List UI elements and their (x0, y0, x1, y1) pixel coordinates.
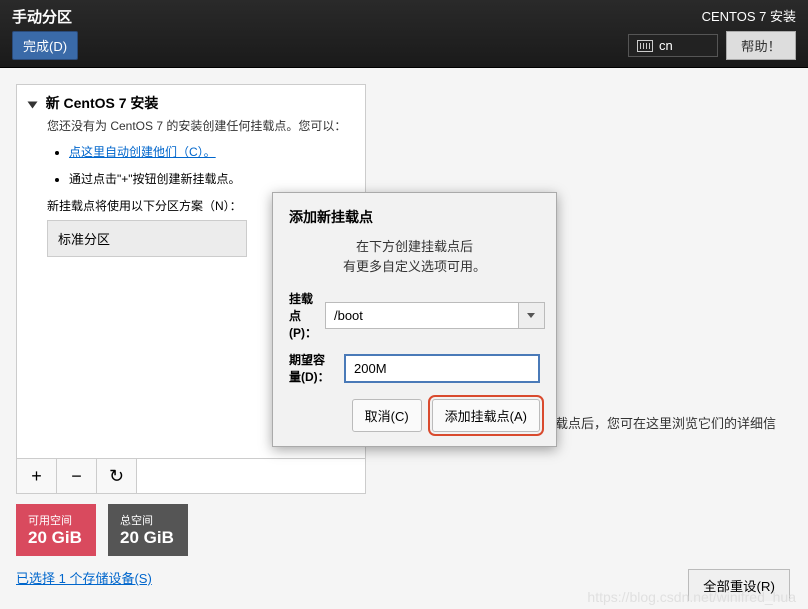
mountpoint-input[interactable] (325, 302, 519, 329)
panel-footer: + − ↻ (17, 458, 365, 493)
mountpoint-dropdown-button[interactable] (519, 302, 545, 329)
available-space-value: 20 GiB (28, 528, 84, 548)
panel-description: 您还没有为 CentOS 7 的安装创建任何挂载点。您可以： (47, 117, 353, 135)
plus-hint: 通过点击"+"按钮创建新挂载点。 (69, 170, 353, 187)
panel-title: 新 CentOS 7 安装 (46, 95, 159, 111)
disclosure-icon[interactable] (28, 101, 38, 108)
storage-devices-link[interactable]: 已选择 1 个存储设备(S) (16, 568, 152, 587)
capacity-label: 期望容量(D)： (289, 351, 336, 385)
dialog-title: 添加新挂载点 (289, 207, 540, 227)
done-button[interactable]: 完成(D) (12, 31, 78, 60)
installer-title: CENTOS 7 安装 (702, 6, 796, 25)
space-summary: 可用空间 20 GiB 总空间 20 GiB (16, 504, 792, 556)
add-mountpoint-button[interactable]: 添加挂载点(A) (432, 399, 540, 432)
watermark: https://blog.csdn.net/winifred_hua (587, 589, 796, 605)
mountpoint-label: 挂载点(P)： (289, 290, 317, 341)
chevron-down-icon (527, 313, 535, 318)
detail-hint-text: 载点后，您可在这里浏览它们的详细信 (555, 413, 776, 432)
auto-create-link[interactable]: 点这里自动创建他们（C）。 (69, 145, 216, 159)
available-space-label: 可用空间 (28, 512, 84, 528)
available-space-box: 可用空间 20 GiB (16, 504, 96, 556)
total-space-label: 总空间 (120, 512, 176, 528)
total-space-value: 20 GiB (120, 528, 176, 548)
scheme-select[interactable]: 标准分区 (47, 220, 247, 257)
dialog-description: 在下方创建挂载点后 有更多自定义选项可用。 (289, 237, 540, 276)
reload-button[interactable]: ↻ (97, 459, 137, 493)
capacity-input[interactable] (344, 354, 540, 383)
keyboard-layout-label: cn (659, 38, 673, 53)
remove-mount-button[interactable]: − (57, 459, 97, 493)
scheme-value: 标准分区 (58, 232, 110, 247)
keyboard-layout-selector[interactable]: cn (628, 34, 718, 57)
help-button[interactable]: 帮助！ (726, 31, 796, 60)
keyboard-icon (637, 40, 653, 52)
cancel-button[interactable]: 取消(C) (352, 399, 422, 432)
reload-icon: ↻ (109, 466, 124, 487)
mountpoint-combobox[interactable] (325, 302, 545, 329)
topbar: 手动分区 完成(D) CENTOS 7 安装 cn 帮助！ (0, 0, 808, 68)
total-space-box: 总空间 20 GiB (108, 504, 188, 556)
add-mount-button[interactable]: + (17, 459, 57, 493)
page-title: 手动分区 (12, 6, 78, 27)
panel-title-row: 新 CentOS 7 安装 (29, 93, 353, 113)
add-mount-dialog: 添加新挂载点 在下方创建挂载点后 有更多自定义选项可用。 挂载点(P)： 期望容… (272, 192, 557, 447)
